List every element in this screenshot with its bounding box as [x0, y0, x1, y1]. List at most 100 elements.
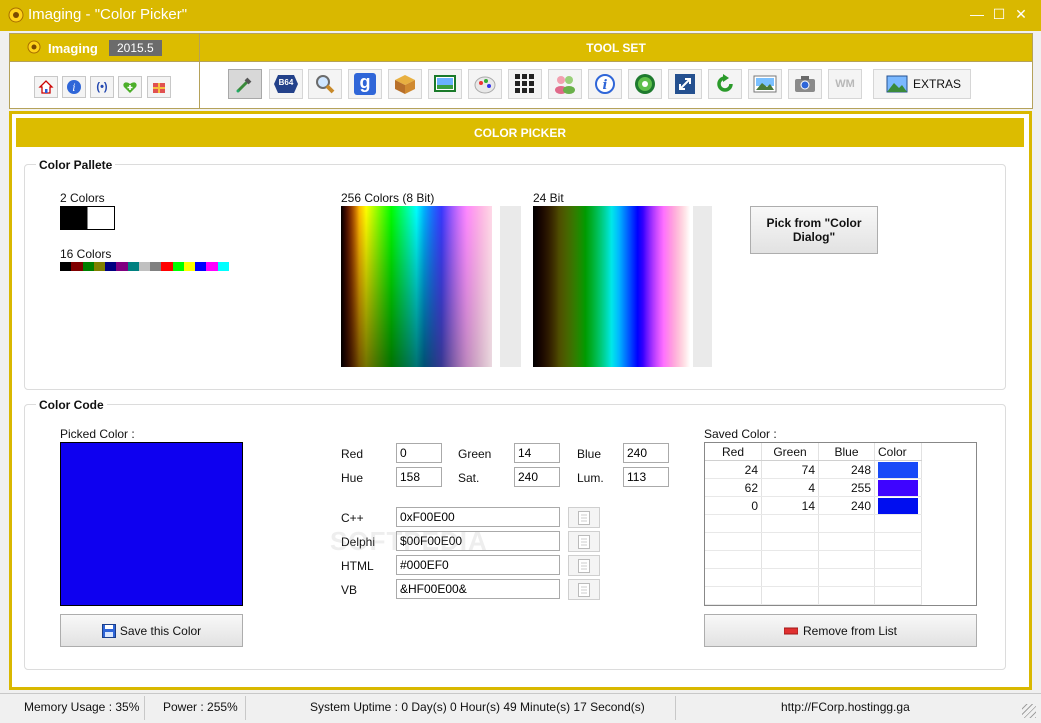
- palette-color-chip[interactable]: [127, 262, 139, 271]
- palette-color-chip[interactable]: [138, 262, 150, 271]
- green-field[interactable]: [514, 443, 560, 463]
- lum-field[interactable]: [623, 467, 669, 487]
- pick-from-color-dialog-button[interactable]: Pick from "Color Dialog": [750, 206, 878, 254]
- header: Imaging 2015.5 TOOL SET i (•) B64 g i WM…: [9, 33, 1033, 109]
- picture-tool-button[interactable]: [748, 69, 782, 99]
- palette-color-chip[interactable]: [150, 262, 162, 271]
- remove-from-list-button[interactable]: Remove from List: [704, 614, 977, 647]
- palette-color-chip[interactable]: [71, 262, 83, 271]
- hue-field[interactable]: [396, 467, 442, 487]
- palette-color-chip[interactable]: [60, 262, 72, 271]
- website-link[interactable]: http://FCorp.hostingg.ga: [781, 700, 910, 714]
- cpp-label: C++: [341, 511, 364, 525]
- saved-red-cell: 62: [705, 478, 762, 497]
- palette-color-chip[interactable]: [228, 262, 240, 271]
- palette-color-chip[interactable]: [206, 262, 218, 271]
- extras-button[interactable]: EXTRAS: [873, 69, 971, 99]
- sat-field[interactable]: [514, 467, 560, 487]
- vb-label: VB: [341, 583, 358, 597]
- two-colors-swatch[interactable]: [60, 206, 115, 230]
- panel-title: COLOR PICKER: [473, 126, 566, 140]
- status-separator: [245, 696, 246, 720]
- color-picker-tool-button[interactable]: [228, 69, 262, 99]
- bit24-slider[interactable]: [693, 206, 712, 367]
- blue-field[interactable]: [623, 443, 669, 463]
- resize-tool-button[interactable]: [668, 69, 702, 99]
- info-tool-button[interactable]: i: [588, 69, 622, 99]
- base64-tool-button[interactable]: B64: [269, 69, 303, 99]
- paint-tool-button[interactable]: [468, 69, 502, 99]
- paint-icon: [474, 76, 496, 94]
- gift-icon: [153, 83, 165, 93]
- palette-color-chip[interactable]: [116, 262, 128, 271]
- saved-col-blue[interactable]: Blue: [818, 443, 875, 461]
- palette-color-chip[interactable]: [172, 262, 184, 271]
- svg-text:i: i: [603, 78, 608, 93]
- two-colors-label: 2 Colors: [60, 191, 105, 205]
- red-field[interactable]: [396, 443, 442, 463]
- package-tool-button[interactable]: [388, 69, 422, 99]
- search-tool-button[interactable]: [308, 69, 342, 99]
- home-button[interactable]: [34, 76, 58, 98]
- table-row[interactable]: 62 4 255: [705, 478, 922, 497]
- picture-icon: [753, 75, 777, 93]
- people-tool-button[interactable]: [548, 69, 582, 99]
- bit8-slider[interactable]: [500, 206, 521, 367]
- minimize-button[interactable]: —: [968, 5, 986, 23]
- saved-col-color[interactable]: Color: [874, 443, 922, 461]
- gift-button[interactable]: [147, 76, 171, 98]
- images-tool-button[interactable]: [428, 69, 462, 99]
- copy-html-button[interactable]: [568, 555, 600, 576]
- table-row[interactable]: 24 74 248: [705, 460, 922, 479]
- title-bar: Imaging - "Color Picker" — ☐ ✕: [0, 0, 1041, 31]
- extras-icon: [886, 75, 908, 93]
- palette-color-chip[interactable]: [161, 262, 173, 271]
- palette-color-chip[interactable]: [183, 262, 195, 271]
- save-color-button[interactable]: Save this Color: [60, 614, 243, 647]
- health-button[interactable]: [118, 76, 142, 98]
- about-button[interactable]: i: [62, 76, 86, 98]
- saved-col-red[interactable]: Red: [705, 443, 762, 461]
- copy-delphi-button[interactable]: [568, 531, 600, 552]
- palette-color-chip[interactable]: [217, 262, 229, 271]
- camera-icon: [795, 76, 815, 92]
- saved-green-cell: 4: [761, 478, 819, 497]
- hue-label: Hue: [341, 471, 364, 485]
- resize-grip-icon[interactable]: [1022, 704, 1036, 718]
- html-field[interactable]: [396, 555, 560, 575]
- html-label: HTML: [341, 559, 374, 573]
- watermark-tool-button[interactable]: WM: [828, 69, 862, 99]
- table-row-empty: [705, 604, 922, 605]
- palette-color-chip[interactable]: [195, 262, 207, 271]
- close-button[interactable]: ✕: [1012, 5, 1030, 23]
- bit24-palette-shade: [533, 206, 690, 367]
- table-row-empty: [705, 550, 922, 569]
- saved-color-list[interactable]: Red Green Blue Color 24 74 248 62 4 255: [704, 442, 977, 606]
- palette-color-chip[interactable]: [93, 262, 105, 271]
- info-icon: i: [595, 74, 615, 94]
- broadcast-button[interactable]: (•): [90, 76, 114, 98]
- box-icon: [395, 75, 415, 94]
- color-picker-panel: COLOR PICKER Color Pallete 2 Colors 16 C…: [9, 111, 1032, 690]
- settings-tool-button[interactable]: [628, 69, 662, 99]
- copy-cpp-button[interactable]: [568, 507, 600, 528]
- maximize-button[interactable]: ☐: [990, 5, 1008, 23]
- memory-usage: Memory Usage : 35%: [24, 700, 140, 714]
- saved-color-table: Red Green Blue Color 24 74 248 62 4 255: [705, 443, 922, 605]
- remove-from-list-label: Remove from List: [802, 623, 898, 638]
- status-separator: [675, 696, 676, 720]
- sixteen-colors-swatch[interactable]: [60, 262, 240, 271]
- camera-tool-button[interactable]: [788, 69, 822, 99]
- grid-tool-button[interactable]: [508, 69, 542, 99]
- table-row[interactable]: 0 14 240: [705, 496, 922, 515]
- cpp-field[interactable]: [396, 507, 560, 527]
- table-row-empty: [705, 568, 922, 587]
- palette-color-chip[interactable]: [105, 262, 117, 271]
- refresh-tool-button[interactable]: [708, 69, 742, 99]
- heart-plus-icon: [123, 82, 137, 93]
- copy-vb-button[interactable]: [568, 579, 600, 600]
- saved-col-green[interactable]: Green: [761, 443, 819, 461]
- palette-color-chip[interactable]: [82, 262, 94, 271]
- vb-field[interactable]: [396, 579, 560, 599]
- google-tool-button[interactable]: g: [348, 69, 382, 99]
